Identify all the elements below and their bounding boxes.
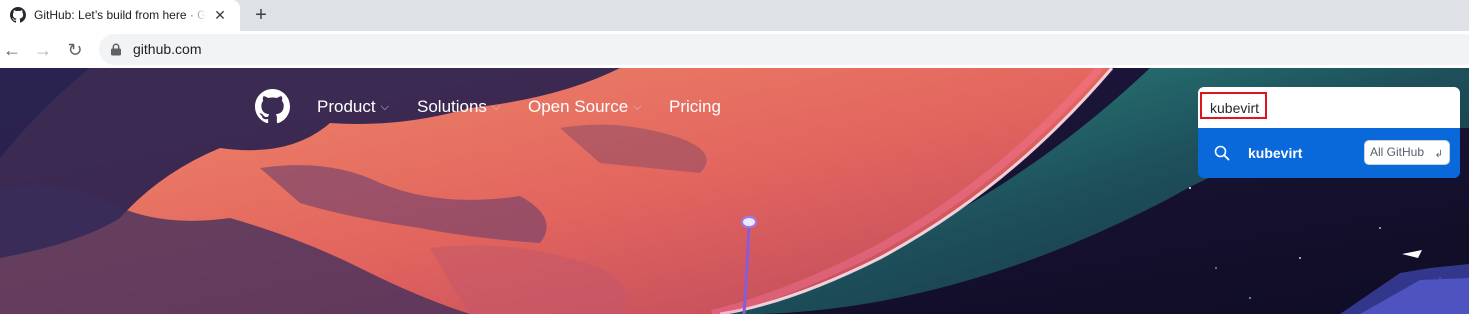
back-button[interactable]: ←	[0, 38, 24, 62]
search-suggestion-all-github[interactable]: kubevirt All GitHub ↲	[1198, 128, 1460, 178]
forward-button[interactable]: →	[31, 38, 55, 62]
scope-badge: All GitHub ↲	[1364, 140, 1450, 165]
chevron-down-icon: ⌵	[380, 101, 389, 113]
address-bar[interactable]: github.com	[99, 34, 1469, 65]
nav-item-open-source[interactable]: Open Source ⌵	[528, 96, 642, 118]
nav-item-label: Pricing	[669, 97, 721, 116]
url-text[interactable]: github.com	[133, 41, 201, 58]
suggestion-text: kubevirt	[1248, 145, 1303, 161]
tab-title: GitHub: Let’s build from here · GitHub	[34, 8, 206, 22]
tab-close-icon[interactable]: ✕	[212, 7, 228, 23]
browser-tab-strip: GitHub: Let’s build from here · GitHub ✕…	[0, 0, 1469, 31]
browser-tab-github[interactable]: GitHub: Let’s build from here · GitHub ✕	[0, 0, 240, 31]
search-icon	[1214, 145, 1230, 161]
github-octocat-icon[interactable]	[255, 89, 290, 124]
enter-key-icon: ↲	[1434, 149, 1443, 160]
browser-toolbar: ← → ↻ github.com	[0, 31, 1469, 68]
annotation-highlight-box	[1200, 92, 1267, 119]
nav-item-product[interactable]: Product ⌵	[317, 96, 389, 118]
github-favicon-icon	[10, 7, 26, 23]
lock-icon[interactable]	[110, 43, 122, 56]
nav-item-label: Product	[317, 97, 376, 116]
nav-item-label: Open Source	[528, 97, 629, 116]
scope-label: All GitHub	[1370, 145, 1425, 159]
chevron-down-icon: ⌵	[633, 101, 642, 113]
chevron-down-icon: ⌵	[491, 101, 501, 113]
new-tab-button[interactable]: +	[250, 4, 272, 26]
nav-item-solutions[interactable]: Solutions ⌵	[417, 96, 500, 118]
nav-item-label: Solutions	[417, 97, 487, 116]
reload-button[interactable]: ↻	[63, 38, 87, 62]
nav-item-pricing[interactable]: Pricing	[669, 96, 721, 118]
